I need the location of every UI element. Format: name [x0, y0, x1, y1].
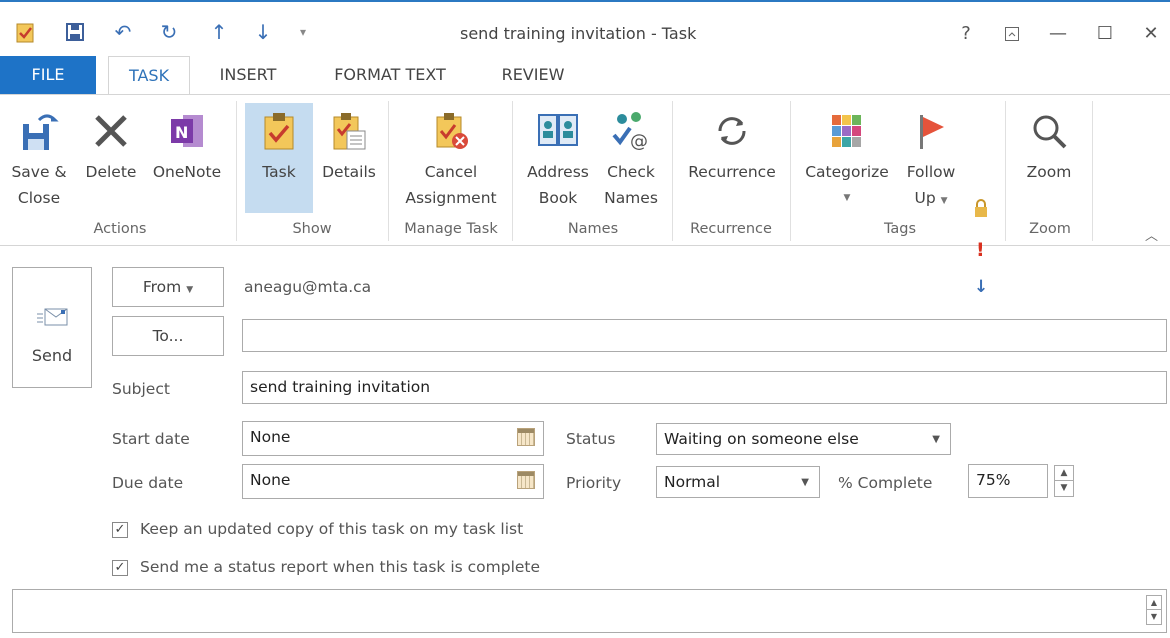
- close-button[interactable]: ✕: [1136, 20, 1166, 48]
- status-report-label: Send me a status report when this task i…: [140, 558, 541, 576]
- subject-label: Subject: [112, 380, 170, 398]
- send-button[interactable]: Send: [12, 267, 92, 388]
- delete-x-icon: [80, 103, 142, 159]
- high-importance-icon[interactable]: !: [976, 239, 990, 261]
- keep-copy-checkbox[interactable]: ✓: [112, 522, 128, 538]
- address-book-icon: [520, 103, 596, 159]
- start-date-label: Start date: [112, 430, 190, 448]
- tab-review[interactable]: REVIEW: [494, 56, 572, 94]
- recurrence-button[interactable]: Recurrence: [680, 103, 784, 185]
- notes-scroll-spinner[interactable]: ▲ ▼: [1146, 595, 1162, 625]
- down-arrow-icon[interactable]: ↓: [250, 20, 276, 44]
- categorize-icon: [798, 103, 896, 159]
- details-button[interactable]: Details: [316, 103, 382, 185]
- group-label-actions: Actions: [93, 221, 147, 237]
- ribbon-tabs: FILE TASK INSERT FORMAT TEXT REVIEW: [0, 56, 1170, 95]
- categorize-button[interactable]: Categorize ▼: [798, 103, 896, 211]
- follow-up-label-2: Up ▼: [914, 189, 948, 207]
- ribbon-display-options-icon[interactable]: [997, 20, 1027, 48]
- flag-icon: [898, 103, 964, 159]
- due-date-input[interactable]: None: [242, 464, 544, 499]
- up-arrow-icon[interactable]: ↑: [206, 20, 232, 44]
- zoom-button[interactable]: Zoom: [1014, 103, 1084, 185]
- status-label: Status: [566, 430, 616, 448]
- status-select[interactable]: Waiting on someone else ▼: [656, 423, 951, 455]
- recurrence-icon: [680, 103, 784, 159]
- categorize-dropdown-arrow: ▼: [843, 193, 851, 203]
- follow-up-button[interactable]: Follow Up ▼: [898, 103, 964, 214]
- onenote-icon: N: [146, 103, 228, 159]
- percent-complete-input[interactable]: 75%: [968, 464, 1048, 498]
- save-icon[interactable]: [62, 20, 88, 44]
- save-close-button[interactable]: Save & Close: [4, 103, 74, 211]
- ribbon: Save & Close Delete N OneNote Task Detai…: [0, 94, 1170, 297]
- percent-complete-label: % Complete: [838, 474, 933, 492]
- tab-task[interactable]: TASK: [108, 56, 190, 95]
- group-label-tags: Tags: [883, 221, 917, 237]
- low-importance-icon[interactable]: ↓: [974, 277, 992, 299]
- due-date-calendar-icon[interactable]: [517, 471, 535, 489]
- window-title: send training invitation - Task: [460, 24, 697, 43]
- priority-label: Priority: [566, 474, 622, 492]
- minimize-button[interactable]: —: [1043, 20, 1073, 48]
- details-clipboard-icon: [316, 103, 382, 159]
- customize-qat-icon[interactable]: ▾: [290, 20, 316, 44]
- spinner-down-icon[interactable]: ▼: [1055, 481, 1073, 496]
- group-label-show: Show: [292, 221, 332, 237]
- task-notes-body[interactable]: ▲ ▼: [12, 589, 1167, 633]
- collapse-ribbon-icon[interactable]: ︿: [1145, 225, 1158, 244]
- priority-select[interactable]: Normal ▼: [656, 466, 820, 498]
- envelope-send-icon: [37, 306, 69, 332]
- check-names-button[interactable]: @ Check Names: [598, 103, 664, 211]
- task-app-icon[interactable]: [12, 20, 38, 44]
- help-button[interactable]: ?: [951, 20, 981, 48]
- from-button[interactable]: From ▼: [112, 267, 224, 307]
- save-close-icon: [4, 103, 74, 159]
- cancel-assignment-icon: [396, 103, 506, 159]
- tab-file[interactable]: FILE: [0, 56, 96, 94]
- task-view-button[interactable]: Task: [245, 103, 313, 213]
- group-label-recurrence: Recurrence: [690, 221, 772, 237]
- spinner-up-icon[interactable]: ▲: [1055, 466, 1073, 481]
- subject-input[interactable]: send training invitation: [242, 371, 1167, 404]
- delete-button[interactable]: Delete: [80, 103, 142, 185]
- group-label-names: Names: [567, 221, 619, 237]
- task-clipboard-icon: [245, 103, 313, 159]
- group-label-manage-task: Manage Task: [404, 221, 498, 237]
- status-report-checkbox[interactable]: ✓: [112, 560, 128, 576]
- maximize-button[interactable]: ☐: [1090, 20, 1120, 48]
- private-lock-icon[interactable]: [972, 199, 992, 219]
- magnifier-icon: [1014, 103, 1084, 159]
- notes-scroll-down-icon[interactable]: ▼: [1147, 610, 1161, 624]
- status-dropdown-icon: ▼: [932, 434, 940, 445]
- to-input[interactable]: [242, 319, 1167, 352]
- from-address: aneagu@mta.ca: [244, 278, 372, 296]
- redo-icon[interactable]: ↻: [156, 20, 182, 44]
- title-bar: ↶ ↻ ↑ ↓ ▾ send training invitation - Tas…: [0, 0, 1170, 56]
- check-names-icon: @: [598, 103, 664, 159]
- percent-complete-spinner[interactable]: ▲ ▼: [1054, 465, 1074, 497]
- cancel-assignment-button[interactable]: Cancel Assignment: [396, 103, 506, 211]
- undo-icon[interactable]: ↶: [110, 20, 136, 44]
- onenote-button[interactable]: N OneNote: [146, 103, 228, 185]
- start-date-input[interactable]: None: [242, 421, 544, 456]
- start-date-calendar-icon[interactable]: [517, 428, 535, 446]
- tab-insert[interactable]: INSERT: [210, 56, 286, 94]
- tab-format-text[interactable]: FORMAT TEXT: [322, 56, 458, 94]
- due-date-label: Due date: [112, 474, 184, 492]
- priority-dropdown-icon: ▼: [801, 477, 809, 488]
- notes-scroll-up-icon[interactable]: ▲: [1147, 596, 1161, 610]
- from-dropdown-icon: ▼: [186, 285, 194, 295]
- svg-text:@: @: [630, 131, 648, 151]
- to-button[interactable]: To...: [112, 316, 224, 356]
- svg-text:N: N: [175, 123, 188, 142]
- address-book-button[interactable]: Address Book: [520, 103, 596, 211]
- group-label-zoom: Zoom: [1029, 221, 1071, 237]
- keep-copy-label: Keep an updated copy of this task on my …: [140, 520, 524, 538]
